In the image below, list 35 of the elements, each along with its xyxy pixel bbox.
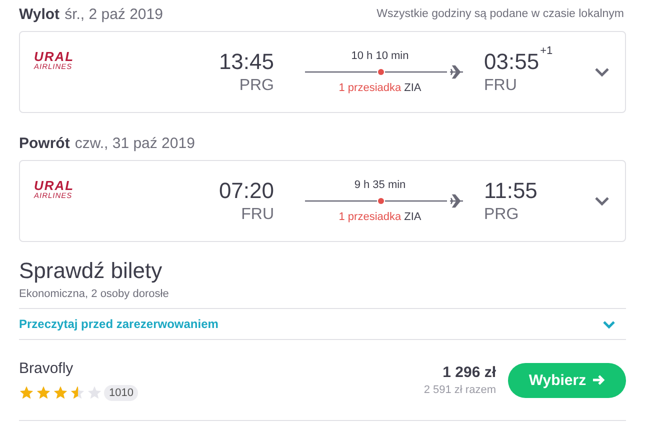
price: 1 296 zł (442, 364, 496, 381)
stops-count: 1 przesiadka (338, 211, 402, 223)
review-count: 1010 (104, 384, 138, 400)
star-icon (36, 385, 51, 400)
star-icon (70, 385, 85, 400)
chevron-icon (602, 320, 616, 328)
arrival-time: 11:55 (484, 178, 538, 204)
stop-airport: ZIA (404, 82, 422, 94)
leg-label: Powrót (19, 134, 70, 152)
chevron-down-icon[interactable] (594, 196, 610, 206)
arrival-time: 03:55 (484, 49, 540, 75)
star-icon (53, 385, 68, 400)
total-price: 2 591 zł razem (424, 384, 496, 396)
star-icon (19, 385, 34, 400)
leg-date: śr., 2 paź 2019 (64, 6, 163, 22)
star-icon (87, 385, 102, 400)
departure-time: 07:20 (218, 178, 274, 204)
timezone-note: Wszystkie godziny są podane w czasie lokalnym (376, 8, 624, 20)
provider-name: Bravofly (19, 360, 74, 376)
fare-summary: Ekonomiczna, 2 osoby dorosłe (19, 288, 170, 300)
departure-time: 13:45 (218, 49, 274, 75)
leg-label: Wylot (19, 6, 60, 22)
flight-duration: 9 h 35 min (354, 179, 406, 191)
arrow-right-icon (592, 374, 606, 386)
stops-count: 1 przesiadka (338, 82, 402, 94)
departure-airport: FRU (241, 206, 274, 224)
section-title: Sprawdź bilety (19, 258, 164, 284)
stop-airport: ZIA (404, 211, 422, 223)
arrival-airport: FRU (484, 77, 518, 95)
chevron-down-icon[interactable] (594, 67, 610, 77)
day-offset: +1 (540, 45, 553, 57)
flight-duration: 10 h 10 min (351, 50, 409, 62)
departure-airport: PRG (239, 77, 274, 95)
arrival-airport: PRG (484, 206, 520, 224)
leg-date: czw., 31 paź 2019 (74, 134, 195, 152)
